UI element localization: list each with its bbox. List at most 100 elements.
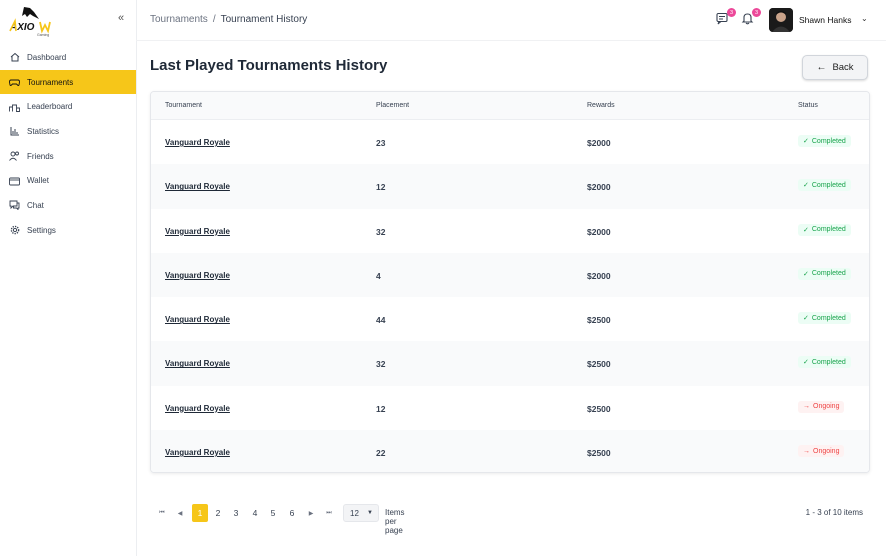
reward-value: $2500 <box>587 403 611 414</box>
table-header: Tournament Placement Rewards Status <box>151 92 869 120</box>
tournament-history-table: Tournament Placement Rewards Status Vang… <box>150 91 870 473</box>
table-row: Vanguard Royale 22 $2500 → Ongoing <box>151 430 869 472</box>
sidebar-item-dashboard[interactable]: Dashboard <box>0 45 136 70</box>
tournament-link[interactable]: Vanguard Royale <box>165 138 230 147</box>
placement-value: 23 <box>376 138 386 148</box>
tournament-link[interactable]: Vanguard Royale <box>165 404 230 413</box>
sidebar-item-label: Settings <box>27 225 56 235</box>
items-per-page-value: 12 <box>350 508 359 518</box>
sidebar-item-leaderboard[interactable]: Leaderboard <box>0 94 136 119</box>
tournament-link[interactable]: Vanguard Royale <box>165 227 230 236</box>
page-button-2[interactable]: 2 <box>210 504 226 522</box>
status-badge: ✓ Completed <box>798 267 851 280</box>
status-badge: ✓ Completed <box>798 356 851 369</box>
reward-value: $2500 <box>587 315 611 326</box>
arrow-left-icon: ← <box>816 62 827 73</box>
next-page-icon[interactable]: ▶ <box>305 504 317 522</box>
brand-sub: Gaming <box>37 33 49 37</box>
table-row: Vanguard Royale 32 $2500 ✓ Completed <box>151 341 869 386</box>
tournament-link[interactable]: Vanguard Royale <box>165 359 230 368</box>
last-page-icon[interactable]: ⏭ <box>323 504 335 522</box>
tournament-link[interactable]: Vanguard Royale <box>165 315 230 324</box>
check-icon: ✓ <box>803 182 809 190</box>
placement-value: 12 <box>376 403 386 414</box>
brand-logo[interactable]: AXIO Gaming <box>9 5 57 37</box>
sidebar: AXIO Gaming « Dashboard Tournaments Lead… <box>0 0 137 556</box>
status-badge: ✓ Completed <box>798 312 851 325</box>
gear-icon <box>9 225 20 236</box>
chat-icon <box>9 200 20 211</box>
placement-value: 22 <box>376 448 386 459</box>
page-button-3[interactable]: 3 <box>228 504 244 522</box>
messages-button[interactable]: 3 <box>716 8 736 26</box>
status-label: Completed <box>811 137 846 145</box>
check-icon: ✓ <box>803 315 809 323</box>
status-label: Ongoing <box>813 403 840 411</box>
page-button-4[interactable]: 4 <box>247 504 263 522</box>
page-button-6[interactable]: 6 <box>284 504 300 522</box>
tournament-link[interactable]: Vanguard Royale <box>165 448 230 457</box>
reward-value: $2500 <box>587 359 611 370</box>
sidebar-item-label: Dashboard <box>27 52 67 62</box>
check-icon: ✓ <box>803 359 809 367</box>
status-badge: → Ongoing <box>798 400 845 413</box>
breadcrumb-parent[interactable]: Tournaments <box>150 14 208 25</box>
first-page-icon[interactable]: ⏮ <box>156 504 168 522</box>
status-label: Ongoing <box>813 447 840 455</box>
breadcrumb: Tournaments / Tournament History <box>150 14 307 25</box>
chevron-down-icon[interactable]: ⌄ <box>861 14 868 23</box>
prev-page-icon[interactable]: ◀ <box>174 504 186 522</box>
column-header-status: Status <box>798 102 818 109</box>
placement-value: 32 <box>376 359 386 370</box>
arrow-right-icon: → <box>803 447 810 455</box>
sidebar-item-settings[interactable]: Settings <box>0 218 136 243</box>
sidebar-item-chat[interactable]: Chat <box>0 193 136 218</box>
table-row: Vanguard Royale 12 $2000 ✓ Completed <box>151 164 869 209</box>
sidebar-item-label: Friends <box>27 151 54 161</box>
avatar[interactable] <box>769 8 793 32</box>
table-row: Vanguard Royale 23 $2000 ✓ Completed <box>151 120 869 164</box>
tournament-link[interactable]: Vanguard Royale <box>165 271 230 280</box>
user-name[interactable]: Shawn Hanks <box>799 15 851 25</box>
page-button-5[interactable]: 5 <box>265 504 281 522</box>
sidebar-item-wallet[interactable]: Wallet <box>0 168 136 193</box>
sidebar-item-friends[interactable]: Friends <box>0 144 136 169</box>
placement-value: 32 <box>376 226 386 237</box>
status-badge: ✓ Completed <box>798 179 851 192</box>
collapse-sidebar-icon[interactable]: « <box>118 12 124 24</box>
bar-chart-icon <box>9 126 20 137</box>
home-icon <box>9 52 20 63</box>
items-per-page-label: Items per page <box>385 508 405 535</box>
gamepad-icon <box>9 77 20 88</box>
reward-value: $2000 <box>587 182 611 193</box>
column-header-placement: Placement <box>376 102 410 109</box>
sidebar-item-label: Wallet <box>27 176 49 186</box>
friends-icon <box>9 151 20 162</box>
reward-value: $2000 <box>587 226 611 237</box>
placement-value: 12 <box>376 182 386 193</box>
back-button[interactable]: ← Back <box>802 55 868 80</box>
status-label: Completed <box>811 314 846 322</box>
notifications-button[interactable]: 3 <box>741 8 761 26</box>
breadcrumb-current: Tournament History <box>220 14 308 25</box>
table-row: Vanguard Royale 4 $2000 ✓ Completed <box>151 252 869 298</box>
page-button-1[interactable]: 1 <box>192 504 208 522</box>
sidebar-nav: Dashboard Tournaments Leaderboard Statis… <box>0 45 136 243</box>
check-icon: ✓ <box>803 270 809 278</box>
notifications-count-badge: 3 <box>752 8 761 17</box>
back-button-label: Back <box>832 62 854 73</box>
placement-value: 44 <box>376 315 386 326</box>
sidebar-item-statistics[interactable]: Statistics <box>0 119 136 144</box>
status-badge: ✓ Completed <box>798 135 851 147</box>
table-row: Vanguard Royale 32 $2000 ✓ Completed <box>151 209 869 253</box>
status-label: Completed <box>811 270 846 278</box>
page-title: Last Played Tournaments History <box>150 57 388 74</box>
tournament-link[interactable]: Vanguard Royale <box>165 182 230 191</box>
sidebar-item-tournaments[interactable]: Tournaments <box>0 69 136 95</box>
sidebar-item-label: Chat <box>27 200 44 210</box>
podium-icon <box>9 101 20 112</box>
check-icon: ✓ <box>803 138 809 145</box>
items-per-page-select[interactable]: 12 ▼ <box>343 504 379 522</box>
caret-down-icon: ▼ <box>367 510 373 516</box>
reward-value: $2500 <box>587 448 611 459</box>
